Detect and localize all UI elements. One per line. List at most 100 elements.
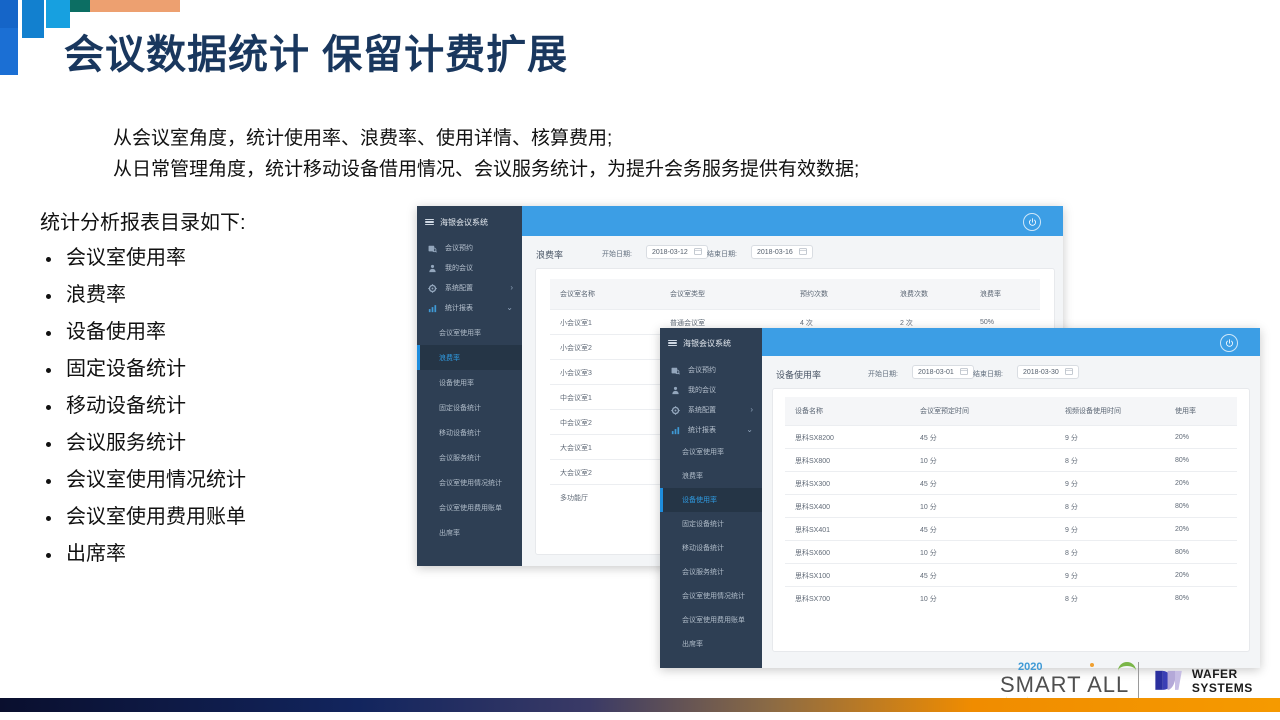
table-cell: 20% [1175, 572, 1190, 579]
sidebar-item-会议预约[interactable]: 会议预约 [417, 238, 522, 258]
app-window-device-usage[interactable]: 海银会议系统会议预约我的会议系统配置 › 统计报表 ⌄ 会议室使用率 浪费率设备使用率 固定… [660, 328, 1260, 668]
sidebar-subitem-固定设备统计[interactable]: 固定设备统计 [660, 512, 762, 536]
sidebar-subitem-设备使用率[interactable]: 设备使用率 [417, 370, 522, 395]
hamburger-icon[interactable] [668, 338, 677, 348]
table-row[interactable]: 思科SX600 10 分 8 分 80% [785, 540, 1237, 564]
calendar-icon[interactable] [960, 367, 968, 377]
sidebar-subitem-设备使用率[interactable]: 设备使用率 [660, 488, 762, 512]
sidebar-item-统计报表[interactable]: 统计报表 ⌄ [660, 420, 762, 440]
table-row[interactable]: 思科SX800 10 分 8 分 80% [785, 448, 1237, 472]
table-cell: 思科SX8200 [795, 434, 834, 442]
sidebar-subitem-浪费率[interactable]: 浪费率 [417, 345, 522, 370]
sidebar-subitem-浪费率[interactable]: 浪费率 [660, 464, 762, 488]
sidebar-subitem-固定设备统计[interactable]: 固定设备统计 [417, 395, 522, 420]
table-cell: 思科SX400 [795, 503, 831, 511]
sidebar-item-系统配置[interactable]: 系统配置 › [417, 278, 522, 298]
calendar-icon[interactable] [694, 247, 702, 257]
hamburger-icon[interactable] [425, 217, 434, 227]
calendar-icon[interactable] [1065, 367, 1073, 377]
wafer-systems-logo: WAFER SYSTEMS [1154, 664, 1267, 698]
sidebar-subitem-label: 浪费率 [439, 354, 460, 362]
sidebar-item-会议预约[interactable]: 会议预约 [660, 360, 762, 380]
report-bullet-item: 设备使用率 [40, 314, 246, 351]
sidebar-subitem-label: 移动设备统计 [439, 429, 481, 437]
sidebar-subitem-移动设备统计[interactable]: 移动设备统计 [660, 536, 762, 560]
sidebar-item-label: 我的会议 [688, 387, 716, 394]
sidebar-subitem-会议室使用费用账单[interactable]: 会议室使用费用账单 [417, 495, 522, 520]
end-date-label: 结束日期: [973, 371, 1003, 378]
sidebar-subitem-label: 会议室使用费用账单 [439, 504, 502, 512]
deco-block-orange [90, 0, 180, 12]
sidebar-subitem-出席率[interactable]: 出席率 [660, 632, 762, 656]
table-header-cell: 会议室名称 [560, 291, 595, 298]
sidebar-item-统计报表[interactable]: 统计报表 ⌄ [417, 298, 522, 318]
start-date-input[interactable]: 2018-03-01 [912, 365, 974, 379]
table-row[interactable]: 思科SX401 45 分 9 分 20% [785, 517, 1237, 541]
sidebar-subitem-会议服务统计[interactable]: 会议服务统计 [417, 445, 522, 470]
sidebar-subitem-会议室使用费用账单[interactable]: 会议室使用费用账单 [660, 608, 762, 632]
power-icon[interactable] [1220, 334, 1238, 352]
smart-all-year: 2020 [1018, 661, 1043, 673]
power-icon[interactable] [1023, 213, 1041, 231]
report-bullet-item: 浪费率 [40, 277, 246, 314]
sidebar-item-我的会议[interactable]: 我的会议 [417, 258, 522, 278]
sidebar-item-我的会议[interactable]: 我的会议 [660, 380, 762, 400]
sidebar-subitem-会议室使用情况统计[interactable]: 会议室使用情况统计 [417, 470, 522, 495]
sidebar-subitem-label: 会议室使用率 [682, 449, 724, 456]
report-bullet-item: 移动设备统计 [40, 388, 246, 425]
topbar-back [522, 206, 1063, 236]
date-value: 2018-03-12 [652, 248, 688, 256]
table-cell: 小会议室2 [560, 344, 592, 352]
report-bullet-list: 会议室使用率 浪费率 设备使用率 固定设备统计 移动设备统计 会议服务统计 会议室使用情况统… [40, 240, 246, 573]
table-cell: 20% [1175, 526, 1190, 533]
sidebar-subitem-会议室使用情况统计[interactable]: 会议室使用情况统计 [660, 584, 762, 608]
sidebar-subitem-label: 会议服务统计 [682, 569, 724, 576]
dot-orange-icon [1090, 663, 1094, 667]
app-brand-name: 海银会议系统 [683, 338, 731, 348]
report-bullet-item: 固定设备统计 [40, 351, 246, 388]
gear-icon [428, 283, 437, 293]
table-cell: 20% [1175, 480, 1190, 487]
subtitle-line-2: 从日常管理角度，统计移动设备借用情况、会议服务统计，为提升会务服务提供有效数据; [113, 159, 860, 180]
sidebar-subitem-label: 浪费率 [682, 473, 703, 480]
sidebar-item-label: 系统配置 [688, 407, 716, 414]
footer-gradient-bar [0, 698, 1280, 712]
table-cell: 小会议室1 [560, 319, 592, 327]
page-title: 会议数据统计 保留计费扩展 [64, 33, 569, 77]
table-row[interactable]: 思科SX700 10 分 8 分 80% [785, 586, 1237, 610]
table-cell: 9 分 [1065, 526, 1078, 534]
sidebar-subitem-label: 会议室使用率 [439, 329, 481, 337]
sidebar-subitem-出席率[interactable]: 出席率 [417, 520, 522, 545]
date-value: 2018-03-30 [1023, 368, 1059, 376]
table-cell: 2 次 [900, 319, 913, 327]
table-header-cell: 设备名称 [795, 408, 823, 415]
logo-divider [1138, 662, 1139, 698]
table-row[interactable]: 思科SX100 45 分 9 分 20% [785, 563, 1237, 587]
sidebar-item-label: 会议预约 [445, 245, 473, 252]
end-date-input[interactable]: 2018-03-16 [751, 245, 813, 259]
table-cell: 45 分 [920, 434, 937, 442]
start-date-input[interactable]: 2018-03-12 [646, 245, 708, 259]
sidebar-item-label: 我的会议 [445, 265, 473, 272]
sidebar-item-系统配置[interactable]: 系统配置 › [660, 400, 762, 420]
sidebar-subitem-会议室使用率[interactable]: 会议室使用率 [417, 320, 522, 345]
sidebar-subitem-label: 会议室使用情况统计 [682, 593, 745, 600]
sidebar-subitem-会议室使用率[interactable]: 会议室使用率 [660, 440, 762, 464]
person-icon [672, 386, 679, 394]
gear-icon [669, 405, 682, 415]
table-cell: 思科SX600 [795, 549, 831, 557]
sidebar-subitem-label: 移动设备统计 [682, 545, 724, 552]
table-row[interactable]: 思科SX400 10 分 8 分 80% [785, 494, 1237, 518]
sidebar-subitem-label: 出席率 [439, 529, 460, 537]
smart-all-name: SMART ALL [1000, 672, 1130, 697]
table-header-cell: 预约次数 [800, 291, 828, 298]
table-row[interactable]: 思科SX300 45 分 9 分 20% [785, 471, 1237, 495]
report-bullet-item: 出席率 [40, 536, 246, 573]
table-row[interactable]: 思科SX8200 45 分 9 分 20% [785, 425, 1237, 449]
sidebar-subitem-会议服务统计[interactable]: 会议服务统计 [660, 560, 762, 584]
end-date-label: 结束日期: [707, 251, 737, 258]
end-date-input[interactable]: 2018-03-30 [1017, 365, 1079, 379]
sidebar-subitem-移动设备统计[interactable]: 移动设备统计 [417, 420, 522, 445]
calendar-icon[interactable] [799, 247, 807, 257]
sidebar-item-label: 统计报表 [688, 427, 716, 434]
